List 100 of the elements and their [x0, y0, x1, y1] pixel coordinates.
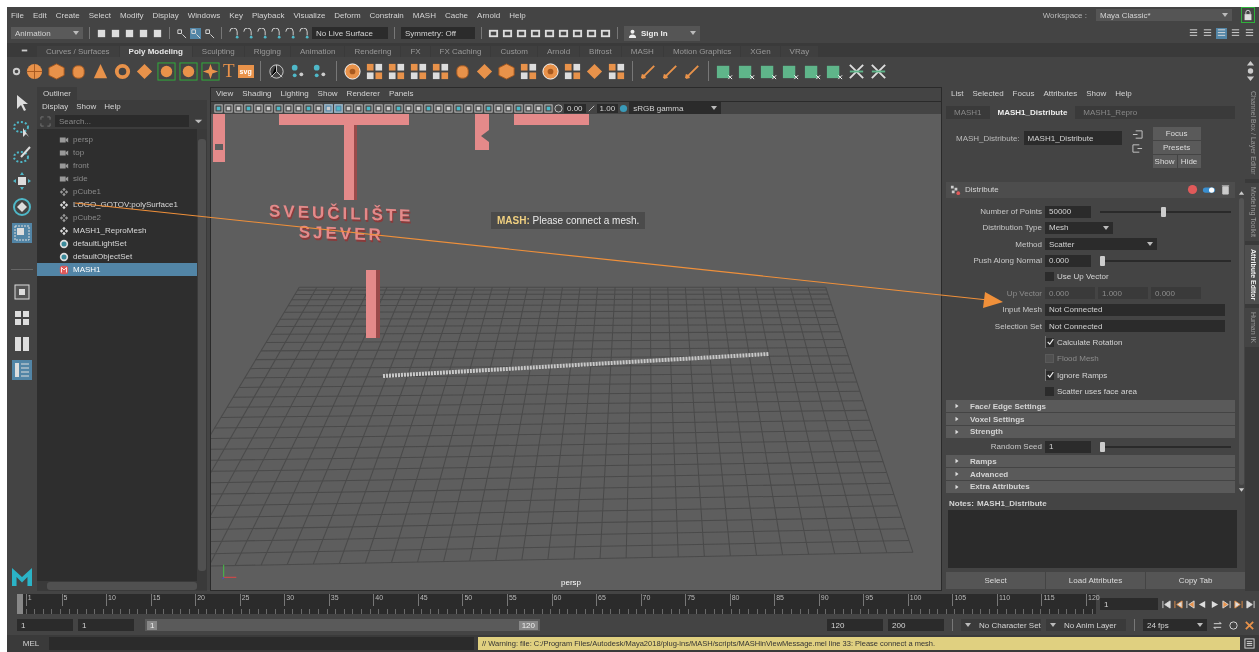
live-surface-field[interactable]: No Live Surface [312, 27, 388, 39]
render-icon[interactable] [558, 27, 569, 39]
scale-icon[interactable] [12, 223, 32, 243]
menu-item[interactable]: File [11, 10, 24, 20]
viewport-tool-icon[interactable] [264, 103, 273, 113]
menu-item[interactable]: Focus [1012, 89, 1035, 100]
selection-mode-icon[interactable] [176, 27, 187, 39]
number-field[interactable]: 50000 [1045, 205, 1091, 218]
blocks-icon[interactable] [606, 61, 626, 81]
snap-icon[interactable] [284, 27, 295, 39]
render-icon[interactable] [516, 27, 527, 39]
viewport-tool-icon[interactable] [274, 103, 283, 113]
skip-start-icon[interactable] [1162, 599, 1171, 609]
polygon-shape-icon[interactable] [179, 61, 198, 81]
outliner-layout-icon[interactable] [12, 360, 32, 380]
viewport-tool-icon[interactable] [504, 103, 513, 113]
text-field[interactable]: Not Connected [1045, 303, 1225, 316]
menu-item[interactable]: Select [88, 10, 111, 20]
sign-in-button[interactable]: Sign In [624, 25, 700, 41]
render-icon[interactable] [530, 27, 541, 39]
menu-item[interactable]: Help [104, 102, 121, 111]
pivot-icon[interactable] [266, 61, 286, 81]
viewport-tool-icon[interactable] [484, 103, 493, 113]
menu-item[interactable]: Renderer [346, 89, 380, 100]
exposure-icon[interactable] [554, 103, 563, 113]
disk-icon[interactable] [342, 61, 362, 81]
cross-icon[interactable] [868, 61, 888, 81]
character-set-dropdown[interactable]: No Character Set [961, 619, 1041, 631]
panel-toggle-icon[interactable] [1244, 27, 1255, 39]
focus-button[interactable]: Focus [1152, 127, 1201, 140]
viewport-tool-icon[interactable] [324, 103, 333, 113]
menu-item[interactable]: Show [1086, 89, 1107, 100]
panel-toggle-icon[interactable] [1202, 27, 1213, 39]
snap-icon[interactable] [228, 27, 239, 39]
type-tool-icon[interactable]: T [223, 61, 235, 81]
gamma-field[interactable]: 1.00 [596, 103, 619, 113]
viewport-tool-icon[interactable] [524, 103, 533, 113]
outliner-item[interactable]: defaultObjectSet [37, 250, 197, 263]
menu-item[interactable]: Windows [187, 10, 221, 20]
play-backward-icon[interactable] [1198, 599, 1207, 609]
section-header[interactable]: Ramps [946, 455, 1235, 468]
outliner-item[interactable]: MASH1 [37, 263, 197, 276]
fps-dropdown[interactable]: 24 fps [1143, 619, 1207, 631]
blocks-icon[interactable] [562, 61, 582, 81]
outliner-tab[interactable]: Outliner [37, 87, 77, 100]
shelf-tab[interactable]: Bifrost [580, 46, 621, 57]
current-frame-field[interactable]: 1 [1100, 598, 1158, 610]
render-icon[interactable] [586, 27, 597, 39]
paint-brush-icon[interactable] [12, 145, 32, 165]
enable-toggle[interactable] [1202, 184, 1216, 195]
polygon-shape-icon[interactable] [157, 61, 176, 81]
viewport-tool-icon[interactable] [234, 103, 243, 113]
snap-icon[interactable] [242, 27, 253, 39]
auto-key-icon[interactable] [1228, 619, 1239, 631]
cube-icon[interactable] [47, 61, 66, 81]
step-icon[interactable] [1174, 599, 1183, 609]
viewport-tool-icon[interactable] [304, 103, 313, 113]
output-connection-icon[interactable] [1131, 143, 1143, 154]
search-field[interactable]: Search... [55, 115, 189, 127]
shelf-tab[interactable]: FX Caching [430, 46, 491, 57]
blocks-icon[interactable] [408, 61, 428, 81]
viewport-tool-icon[interactable] [384, 103, 393, 113]
outliner-item[interactable]: LOGO_GOTOV:polySurface1 [37, 198, 197, 211]
slider-handle[interactable] [1161, 206, 1167, 217]
text-field[interactable]: Not Connected [1045, 320, 1225, 333]
lasso-icon[interactable] [12, 119, 32, 139]
workspace-dropdown[interactable]: Maya Classic* [1096, 9, 1232, 21]
menu-item[interactable]: Help [509, 10, 526, 20]
shelf-tab[interactable]: Animation [290, 46, 345, 57]
number-field[interactable]: 1 [1045, 440, 1091, 453]
color-space-dropdown[interactable]: sRGB gamma [629, 102, 722, 114]
menu-item[interactable]: Constrain [369, 10, 404, 20]
selection-mode-icon[interactable] [204, 27, 215, 39]
blocks-icon[interactable] [386, 61, 406, 81]
preferences-icon[interactable] [1244, 619, 1255, 631]
viewport-tool-icon[interactable] [254, 103, 263, 113]
shelf-tab[interactable]: MASH [621, 46, 663, 57]
sphere-icon[interactable] [25, 61, 44, 81]
diamond-icon[interactable] [584, 61, 604, 81]
menu-item[interactable]: Display [42, 102, 69, 111]
menu-item[interactable]: Create [55, 10, 80, 20]
editor-button[interactable]: Copy Tab [1146, 572, 1245, 589]
viewport-tool-icon[interactable] [364, 103, 373, 113]
disk-icon[interactable] [540, 61, 560, 81]
script-editor-icon[interactable] [1244, 638, 1255, 649]
viewport-tool-icon[interactable] [444, 103, 453, 113]
editor-button[interactable]: Load Attributes [1046, 572, 1145, 589]
cube-icon[interactable] [496, 61, 516, 81]
skip-end-icon[interactable] [1246, 599, 1255, 609]
viewport-tool-icon[interactable] [494, 103, 503, 113]
viewport-tool-icon[interactable] [334, 103, 343, 113]
settings-icon[interactable] [11, 65, 22, 77]
panel-toggle-icon[interactable] [1188, 27, 1199, 39]
slider-track[interactable] [1100, 206, 1231, 217]
checkbox[interactable] [1045, 387, 1054, 396]
rotate-icon[interactable] [12, 197, 32, 217]
render-icon[interactable] [544, 27, 555, 39]
cross-icon[interactable] [846, 61, 866, 81]
color-management-icon[interactable] [619, 103, 629, 113]
torus-icon[interactable] [113, 61, 132, 81]
